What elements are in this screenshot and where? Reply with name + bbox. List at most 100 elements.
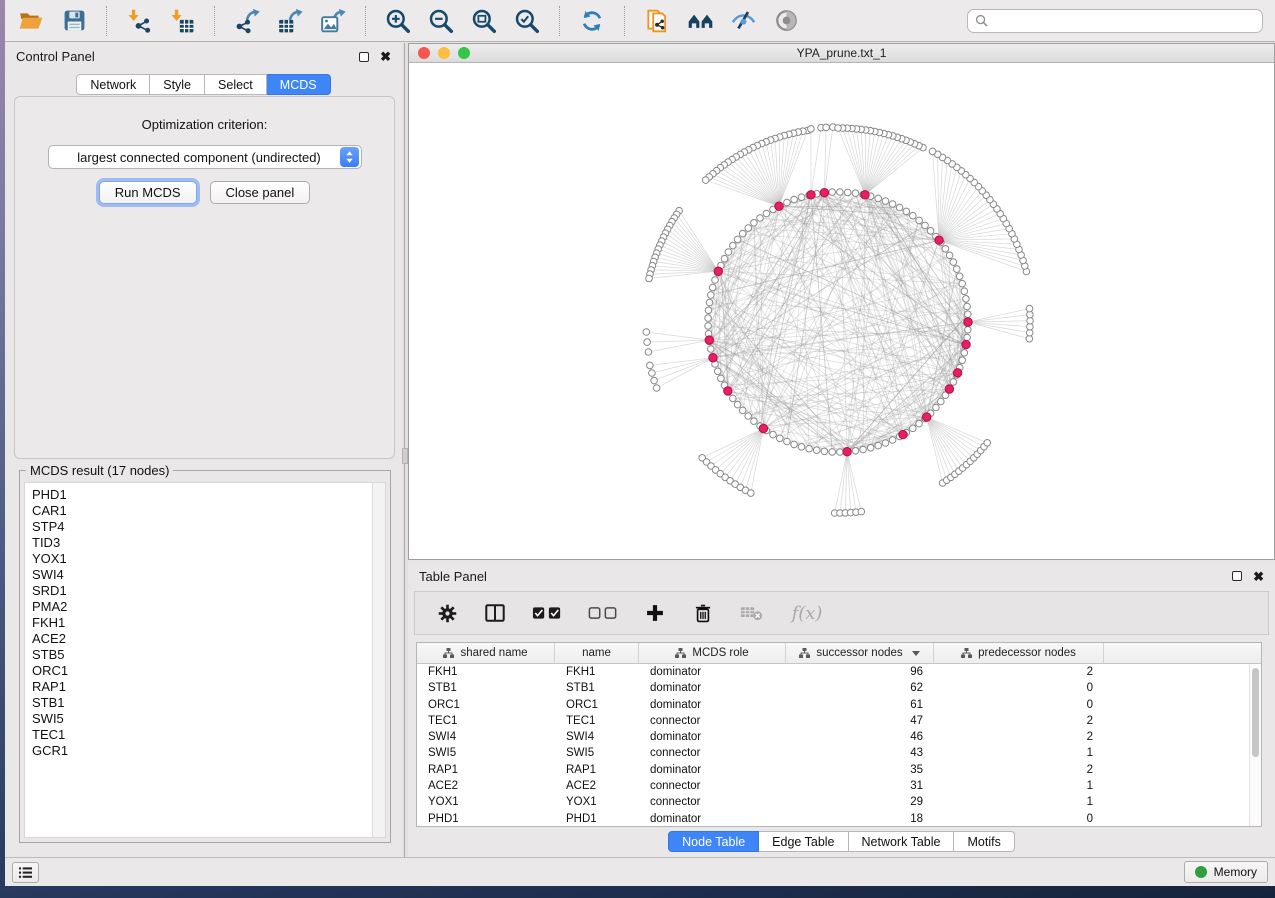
table-row[interactable]: YOX1YOX1connector291 — [417, 794, 1249, 810]
export-image-icon[interactable] — [319, 7, 347, 35]
sitemap-icon — [961, 648, 972, 658]
result-node[interactable]: ORC1 — [32, 663, 385, 679]
table-row[interactable]: SWI4SWI4dominator462 — [417, 729, 1249, 745]
cell: 31 — [786, 778, 934, 794]
table-row[interactable]: ACE2ACE2connector311 — [417, 778, 1249, 794]
mcds-tab-content: Optimization criterion: largest connecte… — [14, 96, 395, 459]
close-panel-icon[interactable]: ✖ — [380, 50, 391, 63]
task-history-button[interactable] — [12, 862, 39, 883]
table-row[interactable]: ORC1ORC1dominator610 — [417, 697, 1249, 713]
close-window-icon[interactable] — [418, 47, 430, 59]
zoom-fit-icon[interactable] — [470, 7, 498, 35]
zoom-out-icon[interactable] — [427, 7, 455, 35]
result-node[interactable]: STB5 — [32, 647, 385, 663]
import-table-icon[interactable] — [168, 7, 196, 35]
table-column-headers: shared namenameMCDS rolesuccessor nodesp… — [417, 643, 1261, 664]
result-node[interactable]: RAP1 — [32, 679, 385, 695]
cell: 0 — [934, 811, 1104, 826]
zoom-selected-icon[interactable] — [513, 7, 541, 35]
import-network-icon[interactable] — [125, 7, 153, 35]
table-scrollbar[interactable] — [1249, 664, 1261, 826]
hide-eye-icon[interactable] — [729, 7, 757, 35]
maximize-window-icon[interactable] — [458, 47, 470, 59]
result-node[interactable]: SRD1 — [32, 583, 385, 599]
tab-mcds[interactable]: MCDS — [267, 74, 331, 95]
column-header-name[interactable]: name — [555, 643, 639, 663]
result-node[interactable]: STB1 — [32, 695, 385, 711]
result-node[interactable]: SWI5 — [32, 711, 385, 727]
table-row[interactable]: TEC1TEC1connector472 — [417, 713, 1249, 729]
result-node[interactable]: STP4 — [32, 519, 385, 535]
tab-network[interactable]: Network — [76, 74, 150, 95]
column-header-successor-nodes[interactable]: successor nodes — [786, 643, 934, 663]
table-row[interactable]: SWI5SWI5connector431 — [417, 745, 1249, 761]
result-node[interactable]: PMA2 — [32, 599, 385, 615]
result-node[interactable]: PHD1 — [32, 487, 385, 503]
table-row[interactable]: PHD1PHD1dominator180 — [417, 811, 1249, 826]
settings-gear-icon[interactable] — [435, 601, 459, 625]
result-node[interactable]: SWI4 — [32, 567, 385, 583]
result-list-scrollbar[interactable] — [372, 483, 385, 837]
delete-table-icon[interactable] — [739, 601, 763, 625]
memory-button[interactable]: Memory — [1184, 861, 1268, 883]
open-folder-icon[interactable] — [17, 7, 45, 35]
result-node[interactable]: FKH1 — [32, 615, 385, 631]
float-panel-icon[interactable] — [359, 52, 369, 62]
minimize-window-icon[interactable] — [438, 47, 450, 59]
table-tab-node-table[interactable]: Node Table — [668, 831, 759, 852]
float-table-panel-icon[interactable] — [1232, 571, 1242, 581]
search-input[interactable] — [993, 14, 1255, 28]
column-header-shared-name[interactable]: shared name — [417, 643, 555, 663]
result-node[interactable]: TID3 — [32, 535, 385, 551]
cell: ORC1 — [417, 697, 555, 713]
table-row[interactable]: RAP1RAP1dominator352 — [417, 762, 1249, 778]
mcds-result-list[interactable]: PHD1CAR1STP4TID3YOX1SWI4SRD1PMA2FKH1ACE2… — [24, 482, 386, 838]
tab-select[interactable]: Select — [205, 74, 267, 95]
column-header-MCDS-role[interactable]: MCDS role — [639, 643, 786, 663]
table-tab-network-table[interactable]: Network Table — [849, 831, 955, 852]
table-row[interactable]: FKH1FKH1dominator962 — [417, 664, 1249, 680]
tab-style[interactable]: Style — [150, 74, 205, 95]
mcds-result-group: MCDS result (17 nodes) PHD1CAR1STP4TID3Y… — [19, 470, 391, 843]
run-mcds-button[interactable]: Run MCDS — [99, 181, 197, 204]
criterion-dropdown[interactable]: largest connected component (undirected) — [48, 145, 362, 169]
table-scrollbar-thumb[interactable] — [1252, 668, 1259, 757]
network-window-titlebar: YPA_prune.txt_1 — [409, 44, 1274, 63]
select-all-checks-icon[interactable] — [531, 601, 563, 625]
sort-caret-icon[interactable] — [912, 651, 920, 656]
dropdown-stepper-icon — [340, 147, 359, 167]
delete-column-icon[interactable] — [691, 601, 715, 625]
export-network-icon[interactable] — [233, 7, 261, 35]
binoculars-icon[interactable] — [686, 7, 714, 35]
cell: RAP1 — [417, 762, 555, 778]
result-node[interactable]: GCR1 — [32, 743, 385, 759]
table-row[interactable]: STB1STB1dominator620 — [417, 680, 1249, 696]
zoom-in-icon[interactable] — [384, 7, 412, 35]
close-table-panel-icon[interactable]: ✖ — [1253, 570, 1264, 583]
list-icon — [18, 866, 33, 879]
save-icon[interactable] — [60, 7, 88, 35]
network-graph — [409, 63, 1274, 559]
close-panel-button[interactable]: Close panel — [210, 181, 311, 204]
result-node[interactable]: TEC1 — [32, 727, 385, 743]
table-tab-motifs[interactable]: Motifs — [954, 831, 1014, 852]
result-node[interactable]: YOX1 — [32, 551, 385, 567]
network-canvas[interactable] — [409, 63, 1274, 559]
criterion-label: Optimization criterion: — [15, 117, 394, 132]
result-node[interactable]: CAR1 — [32, 503, 385, 519]
duplicate-session-icon[interactable] — [643, 7, 671, 35]
deselect-all-checks-icon[interactable] — [587, 601, 619, 625]
table-tab-edge-table[interactable]: Edge Table — [759, 831, 848, 852]
cell: 35 — [786, 762, 934, 778]
function-builder-icon[interactable]: f(x) — [787, 601, 827, 625]
result-node[interactable]: ACE2 — [32, 631, 385, 647]
search-field[interactable] — [967, 9, 1263, 33]
column-header-predecessor-nodes[interactable]: predecessor nodes — [934, 643, 1104, 663]
export-table-icon[interactable] — [276, 7, 304, 35]
column-layout-icon[interactable] — [483, 601, 507, 625]
add-column-icon[interactable] — [643, 601, 667, 625]
refresh-icon[interactable] — [578, 7, 606, 35]
show-eye-icon[interactable] — [772, 7, 800, 35]
cell: 2 — [934, 729, 1104, 745]
cell: 0 — [934, 697, 1104, 713]
